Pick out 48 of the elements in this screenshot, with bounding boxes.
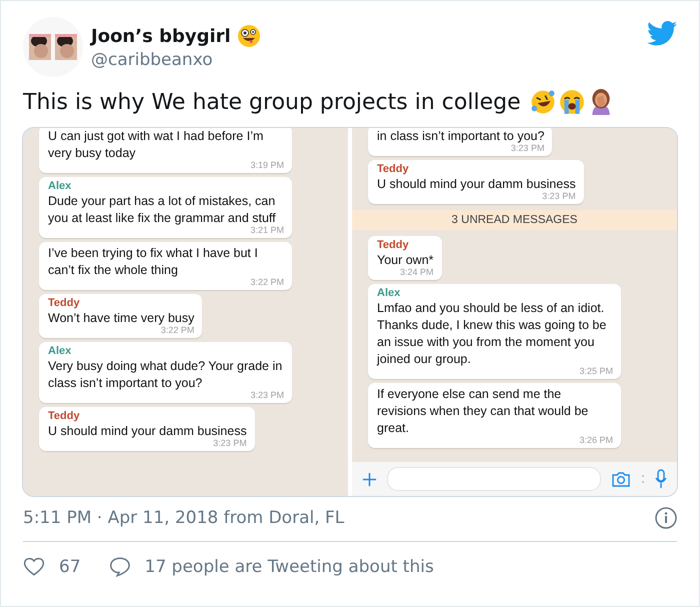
sender-name: Alex: [377, 287, 402, 299]
message-text: U should mind your damm business: [48, 423, 247, 440]
message-time: 3:23 PM: [542, 191, 576, 202]
message-time: 3:26 PM: [579, 435, 613, 446]
dots-icon: [641, 473, 645, 485]
plus-icon[interactable]: [362, 472, 377, 486]
bird-logo-icon[interactable]: [647, 21, 677, 46]
like-count[interactable]: 67: [59, 556, 81, 576]
sender-name: Alex: [48, 345, 72, 357]
message-time: 3:19 PM: [250, 160, 284, 171]
message-time: 3:22 PM: [250, 277, 284, 288]
author-name[interactable]: Joon’s bbygirl: [91, 26, 231, 46]
message-time: 3:25 PM: [579, 366, 613, 377]
sender-name: Alex: [48, 180, 72, 192]
message-text: Dude your part has a lot of mistakes, can you at least like fix the grammar and stuff: [48, 193, 277, 226]
tweet-text: This is why We hate group projects in college: [23, 90, 521, 114]
message-text: Won’t have time very busy: [48, 310, 194, 326]
message-time: 3:21 PM: [250, 225, 284, 236]
message-text: Your own*: [377, 252, 434, 268]
message-text: U can just got with wat I had before I’m very busy today: [48, 128, 264, 162]
author-handle[interactable]: @caribbeanxo: [91, 50, 647, 70]
info-icon[interactable]: [655, 507, 677, 529]
microphone-icon[interactable]: [655, 469, 667, 489]
sender-name: Teddy: [377, 163, 410, 175]
message-field[interactable]: [387, 467, 601, 491]
message-text: If everyone else can send me the revisions when they can that would be great.: [377, 386, 590, 436]
sender-name: Teddy: [48, 297, 81, 309]
laughing-face-icon: [530, 89, 556, 115]
sender-name: Teddy: [48, 410, 81, 422]
crying-face-icon: [558, 89, 585, 115]
sender-name: Teddy: [377, 239, 410, 251]
message-text: in class isn’t important to you?: [377, 128, 544, 144]
message-text: Lmfao and you should be less of an idiot. Thanks dude, I knew this was going to be an issue with you from the moment you joined our group.: [377, 300, 608, 368]
message-time: 3:23 PM: [250, 390, 284, 401]
unread-banner: 3 UNREAD MESSAGES: [352, 210, 677, 230]
zany-face-icon: [236, 24, 261, 48]
heart-icon[interactable]: [23, 556, 45, 577]
message-time: 3:23 PM: [510, 143, 544, 154]
message-text: I’ve been trying to fix what I have but I can’t fix the whole thing: [48, 245, 259, 278]
tweet-timestamp[interactable]: 5:11 PM · Apr 11, 2018 from Doral, FL: [23, 508, 344, 528]
message-text: U should mind your damm business: [377, 176, 576, 192]
message-time: 3:23 PM: [213, 438, 247, 449]
speech-bubble-icon[interactable]: [108, 556, 131, 577]
message-text: Very busy doing what dude? Your grade in class isn’t important to you?: [48, 358, 284, 392]
message-time: 3:22 PM: [160, 325, 194, 336]
tweeting-count-link[interactable]: 17 people are Tweeting about this: [144, 556, 434, 576]
camera-icon[interactable]: [611, 471, 631, 487]
message-time: 3:24 PM: [400, 267, 434, 278]
